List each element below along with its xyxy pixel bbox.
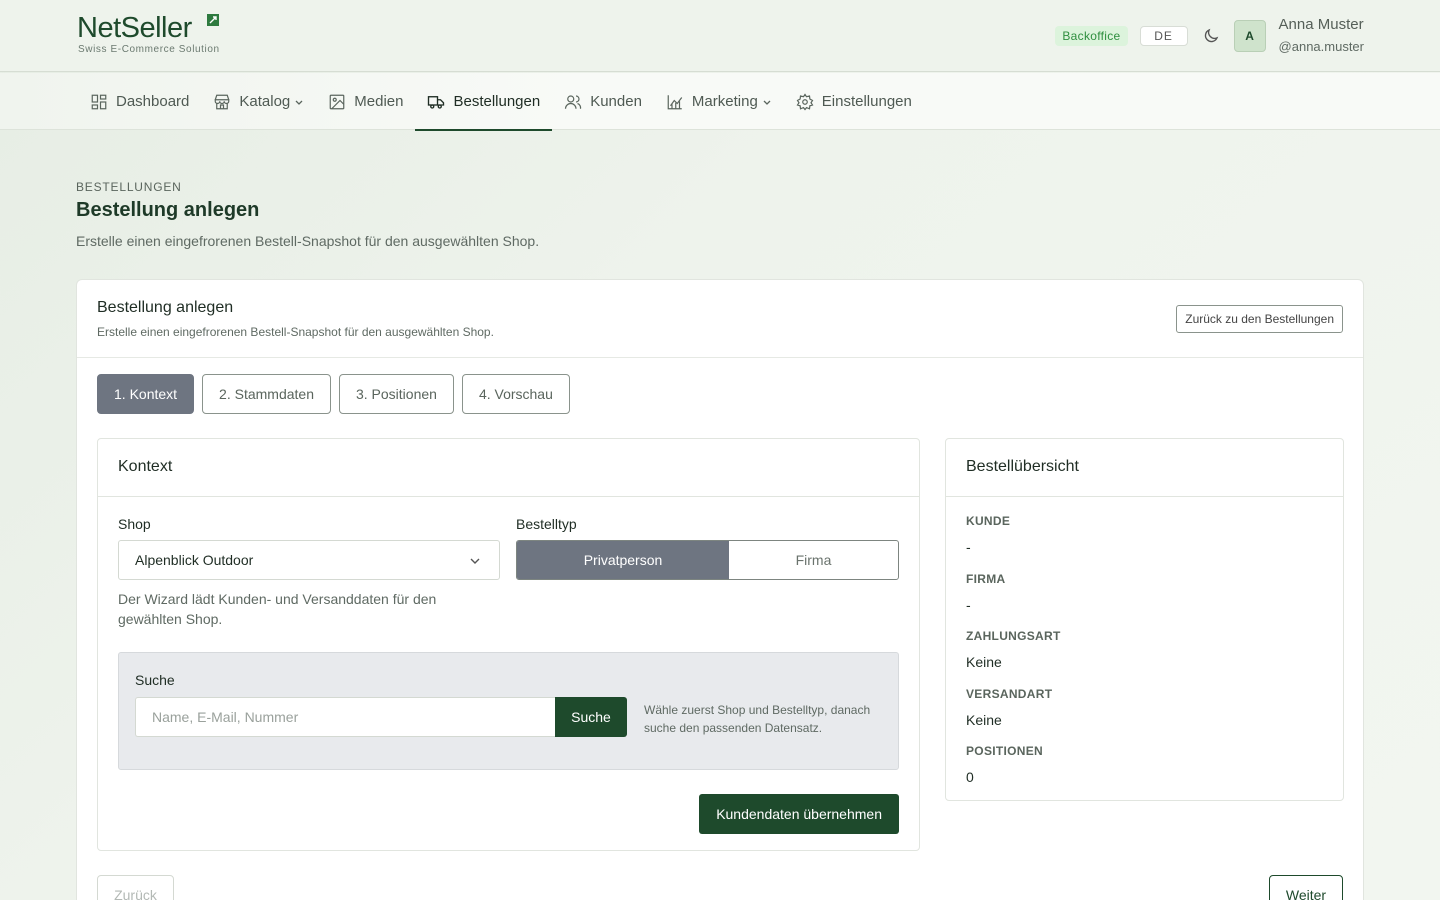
nav-label: Marketing (691, 93, 758, 110)
shop-select[interactable]: Alpenblick Outdoor (118, 540, 500, 580)
language-switcher[interactable]: DE (1139, 26, 1188, 46)
order-type-company[interactable]: Firma (729, 541, 898, 579)
shop-help-text: Der Wizard lädt Kunden- und Versanddaten… (118, 591, 437, 627)
user-handle: @anna.muster (1278, 39, 1364, 54)
nav-item-bestellungen[interactable]: Bestellungen (415, 73, 552, 131)
summary-row-firma: FIRMA - (966, 572, 1061, 630)
summary-value: 0 (966, 769, 974, 785)
summary-row-zahlungsart: ZAHLUNGSART Keine (966, 629, 1061, 687)
main-nav: Dashboard Katalog Medien Bestellungen Ku… (0, 73, 1440, 131)
chevron-down-icon (763, 100, 771, 105)
card-title: Bestellung anlegen (97, 299, 234, 316)
image-icon (329, 94, 345, 109)
chevron-down-icon (470, 558, 480, 564)
page-header: BESTELLUNGEN Bestellung anlegen Erstelle… (76, 180, 539, 249)
order-type-label: Bestelltyp (516, 516, 577, 532)
nav-item-medien[interactable]: Medien (316, 73, 415, 130)
avatar[interactable]: A (1233, 20, 1266, 52)
nav-item-kunden[interactable]: Kunden (552, 73, 654, 130)
wizard-steps: 1. Kontext 2. Stammdaten 3. Positionen 4… (97, 374, 578, 414)
brand-name: NetSeller (77, 12, 192, 44)
apply-customer-data-button[interactable]: Kundendaten übernehmen (699, 794, 899, 834)
order-wizard-card: Bestellung anlegen Erstelle einen eingef… (76, 279, 1364, 900)
step-positionen[interactable]: 3. Positionen (338, 374, 454, 414)
card-subtitle: Erstelle einen eingefrorenen Bestell-Sna… (97, 325, 494, 339)
nav-label: Dashboard (116, 93, 190, 110)
summary-key: VERSANDART (966, 686, 1053, 701)
summary-row-positionen: POSITIONEN 0 (966, 744, 1061, 802)
breadcrumb: BESTELLUNGEN (76, 180, 182, 194)
nav-item-katalog[interactable]: Katalog (201, 73, 316, 130)
header-actions: Backoffice DE A Anna Muster @anna.muster (1055, 16, 1364, 56)
gear-icon (796, 92, 814, 110)
order-type-toggle: Privatperson Firma (516, 540, 899, 580)
nav-label: Einstellungen (821, 93, 912, 110)
summary-list: KUNDE - FIRMA - ZAHLUNGSART Keine VERSAN… (966, 514, 1061, 802)
summary-key: POSITIONEN (966, 744, 1044, 758)
step-kontext[interactable]: 1. Kontext (97, 374, 195, 414)
summary-row-kunde: KUNDE - (966, 514, 1061, 572)
user-name: Anna Muster (1278, 16, 1364, 33)
nav-item-dashboard[interactable]: Dashboard (78, 73, 201, 130)
brand-tagline: Swiss E-Commerce Solution (78, 44, 220, 55)
nav-label: Bestellungen (453, 93, 541, 110)
leaf-icon (207, 14, 219, 26)
brand-logo[interactable]: NetSeller Swiss E-Commerce Solution (77, 13, 220, 55)
shop-selected-value: Alpenblick Outdoor (135, 552, 254, 568)
summary-key: FIRMA (966, 571, 1006, 586)
nav-label: Medien (354, 93, 404, 110)
search-button[interactable]: Suche (555, 697, 627, 737)
summary-value: Keine (966, 711, 1002, 728)
previous-step-button[interactable]: Zurück (97, 875, 174, 900)
nav-label: Katalog (239, 93, 291, 110)
moon-icon (1204, 28, 1218, 43)
card-header: Bestellung anlegen Erstelle einen eingef… (77, 280, 1363, 358)
summary-title: Bestellübersicht (966, 458, 1079, 475)
user-menu[interactable]: Anna Muster @anna.muster (1279, 16, 1364, 56)
shop-label: Shop (118, 516, 151, 532)
step-stammdaten[interactable]: 2. Stammdaten (202, 374, 331, 414)
dashboard-icon (91, 94, 107, 109)
store-icon (215, 94, 230, 109)
nav-item-marketing[interactable]: Marketing (654, 73, 784, 130)
order-type-private[interactable]: Privatperson (517, 541, 729, 579)
chevron-down-icon (295, 100, 303, 105)
dark-mode-toggle[interactable] (1201, 26, 1221, 46)
search-panel: Suche Suche Wähle zuerst Shop und Bestel… (118, 652, 899, 770)
chart-icon (667, 94, 683, 109)
users-icon (565, 94, 582, 109)
summary-value: - (966, 596, 971, 613)
summary-value: - (966, 539, 971, 555)
search-input[interactable] (135, 697, 555, 737)
nav-item-einstellungen[interactable]: Einstellungen (784, 73, 924, 130)
back-to-orders-button[interactable]: Zurück zu den Bestellungen (1176, 305, 1343, 333)
next-step-button[interactable]: Weiter (1269, 875, 1343, 900)
context-title: Kontext (118, 458, 173, 475)
search-hint: Wähle zuerst Shop und Bestelltyp, danach… (644, 703, 871, 735)
summary-key: KUNDE (966, 514, 1011, 528)
page-description: Erstelle einen eingefrorenen Bestell-Sna… (76, 233, 540, 249)
order-summary-panel: Bestellübersicht KUNDE - FIRMA - ZAHLUNG… (945, 438, 1344, 801)
summary-value: Keine (966, 654, 1002, 670)
page-title: Bestellung anlegen (76, 199, 260, 221)
top-bar: NetSeller Swiss E-Commerce Solution Back… (0, 0, 1440, 72)
context-panel: Kontext Shop Alpenblick Outdoor Der Wiza… (97, 438, 920, 851)
backoffice-badge: Backoffice (1055, 26, 1128, 46)
nav-label: Kunden (590, 93, 642, 110)
search-label: Suche (135, 672, 175, 688)
truck-icon (428, 95, 445, 109)
step-vorschau[interactable]: 4. Vorschau (461, 374, 570, 414)
summary-key: ZAHLUNGSART (966, 629, 1061, 643)
summary-row-versandart: VERSANDART Keine (966, 687, 1061, 745)
